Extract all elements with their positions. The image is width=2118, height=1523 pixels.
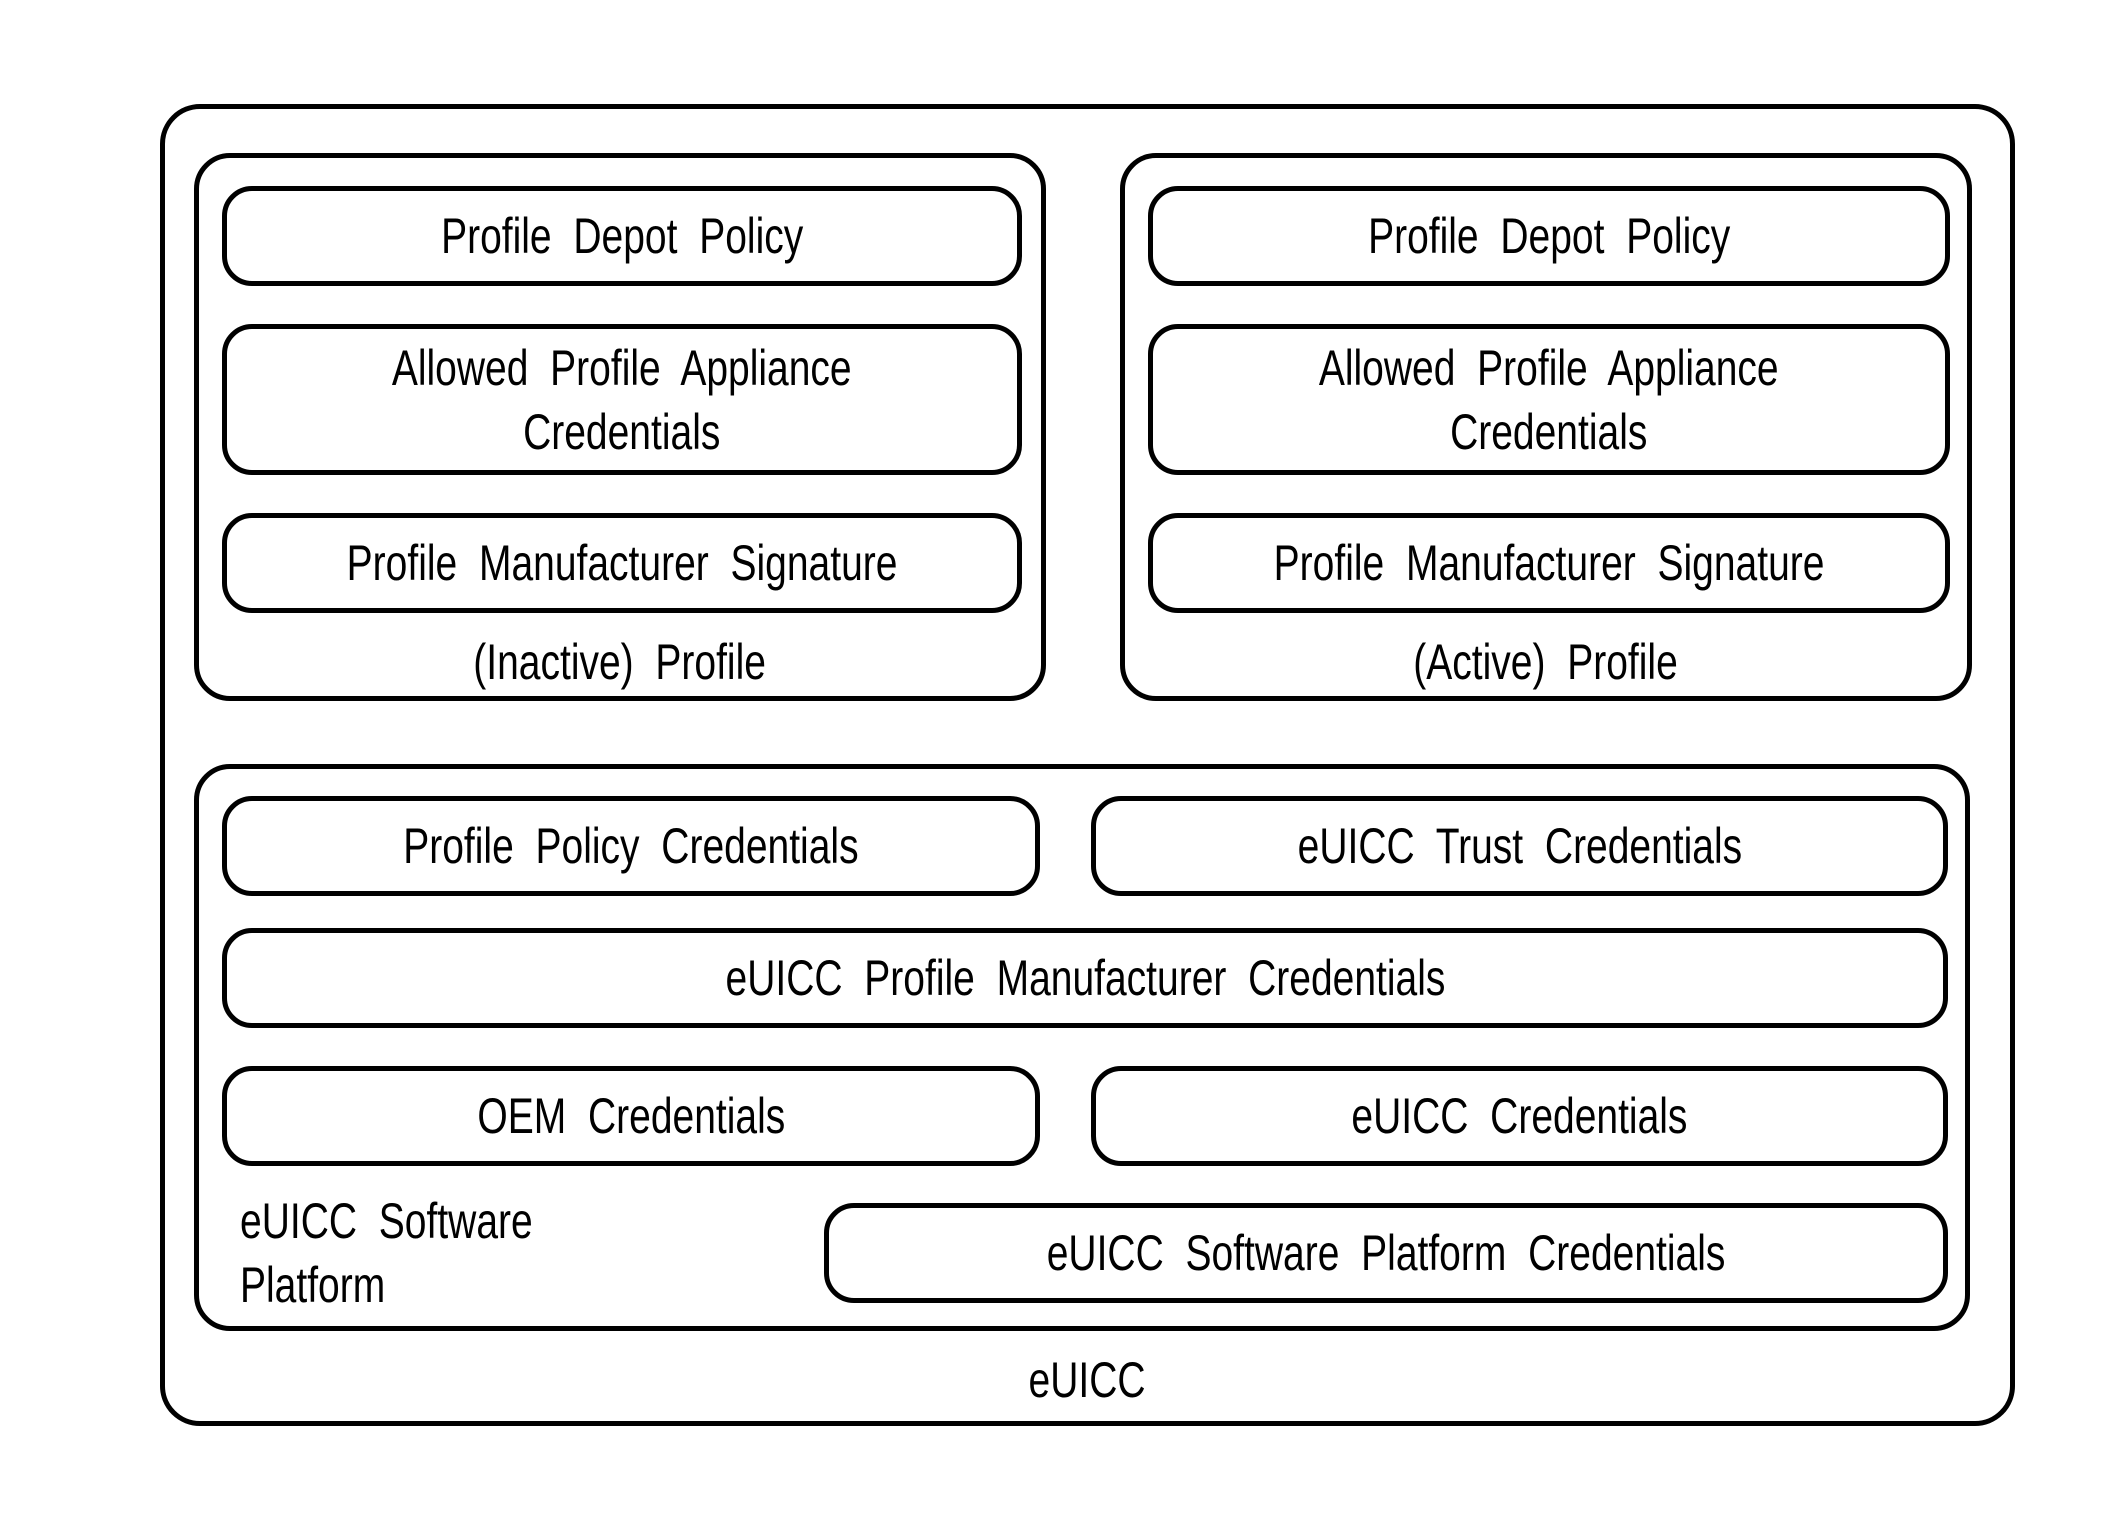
euicc-credentials-text: eUICC Credentials xyxy=(1351,1088,1688,1144)
profile-policy-credentials-text: Profile Policy Credentials xyxy=(403,818,859,874)
active-allowed-profile-appliance-credentials: Allowed Profile Appliance Credentials xyxy=(1148,324,1950,475)
active-allowed-profile-appliance-credentials-text: Allowed Profile Appliance Credentials xyxy=(1319,339,1779,460)
active-profile-label-wrap: (Active) Profile xyxy=(1120,632,1972,692)
inactive-profile-label: (Inactive) Profile xyxy=(473,634,767,690)
active-profile-manufacturer-signature: Profile Manufacturer Signature xyxy=(1148,513,1950,613)
software-platform-label: eUICC Software Platform xyxy=(240,1193,533,1313)
euicc-profile-manufacturer-credentials-text: eUICC Profile Manufacturer Credentials xyxy=(725,950,1445,1006)
euicc-software-platform-credentials-text: eUICC Software Platform Credentials xyxy=(1046,1225,1726,1281)
inactive-allowed-profile-appliance-credentials: Allowed Profile Appliance Credentials xyxy=(222,324,1022,475)
inactive-profile-depot-policy: Profile Depot Policy xyxy=(222,186,1022,286)
inactive-profile-depot-policy-text: Profile Depot Policy xyxy=(440,208,804,264)
euicc-label-wrap: eUICC xyxy=(160,1350,2015,1410)
profile-policy-credentials: Profile Policy Credentials xyxy=(222,796,1040,896)
active-profile-depot-policy-text: Profile Depot Policy xyxy=(1367,208,1731,264)
inactive-profile-manufacturer-signature: Profile Manufacturer Signature xyxy=(222,513,1022,613)
euicc-profile-manufacturer-credentials: eUICC Profile Manufacturer Credentials xyxy=(222,928,1948,1028)
software-platform-label-wrap: eUICC Software Platform xyxy=(240,1193,800,1313)
oem-credentials: OEM Credentials xyxy=(222,1066,1040,1166)
inactive-allowed-profile-appliance-credentials-text: Allowed Profile Appliance Credentials xyxy=(392,339,852,460)
active-profile-depot-policy: Profile Depot Policy xyxy=(1148,186,1950,286)
euicc-label: eUICC xyxy=(1028,1352,1147,1408)
active-profile-label: (Active) Profile xyxy=(1413,634,1679,690)
inactive-profile-label-wrap: (Inactive) Profile xyxy=(194,632,1046,692)
euicc-software-platform-credentials: eUICC Software Platform Credentials xyxy=(824,1203,1948,1303)
euicc-credentials: eUICC Credentials xyxy=(1091,1066,1948,1166)
euicc-trust-credentials-text: eUICC Trust Credentials xyxy=(1297,818,1742,874)
inactive-profile-manufacturer-signature-text: Profile Manufacturer Signature xyxy=(346,535,898,591)
oem-credentials-text: OEM Credentials xyxy=(477,1088,785,1144)
euicc-trust-credentials: eUICC Trust Credentials xyxy=(1091,796,1948,896)
active-profile-manufacturer-signature-text: Profile Manufacturer Signature xyxy=(1273,535,1825,591)
